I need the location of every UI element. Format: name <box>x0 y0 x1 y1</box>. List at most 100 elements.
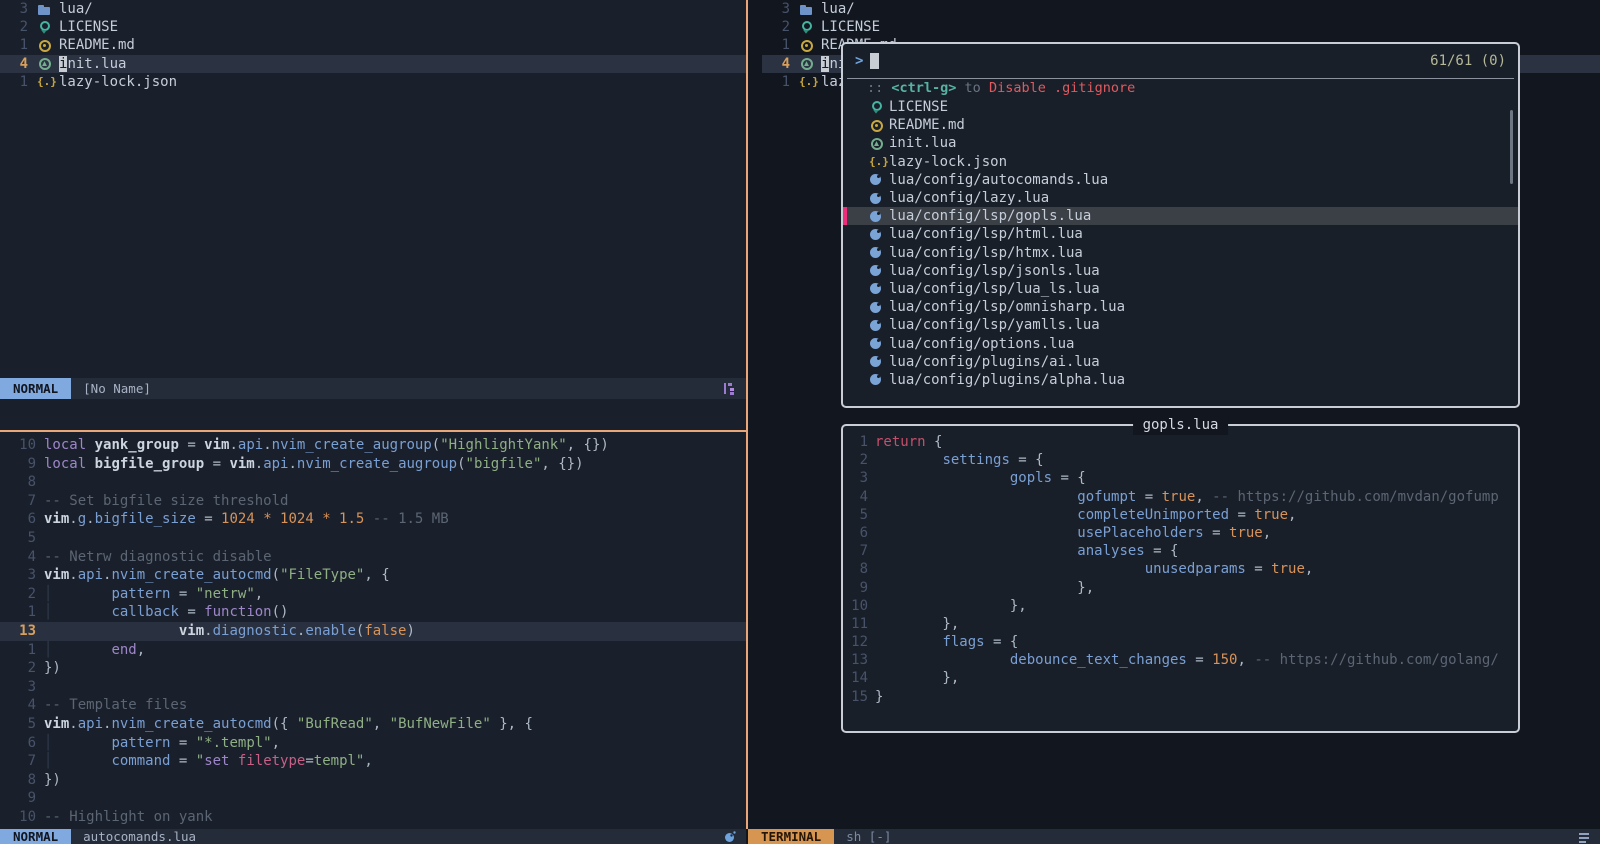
header-prefix: :: <box>867 80 891 96</box>
code-line: 2│ pattern = "netrw", <box>0 585 746 604</box>
result-item[interactable]: lua/config/lsp/yamlls.lua <box>843 316 1518 334</box>
result-item[interactable]: init.lua <box>843 134 1518 152</box>
code-line: 1│ callback = function() <box>0 603 746 622</box>
buffer-name: autocomands.lua <box>83 829 196 844</box>
lua-icon <box>869 354 884 369</box>
match-counter: 61/61 (0) <box>1430 53 1506 69</box>
result-item[interactable]: lua/config/plugins/ai.lua <box>843 353 1518 371</box>
buffer-name: [No Name] <box>83 381 151 396</box>
code-line: 2}) <box>0 659 746 678</box>
code-line: 12 flags = { <box>843 633 1518 651</box>
result-item[interactable]: lua/config/autocomands.lua <box>843 171 1518 189</box>
code-line: 10 }, <box>843 597 1518 615</box>
header-action: Disable .gitignore <box>989 80 1135 96</box>
lua-icon <box>869 172 884 187</box>
result-item[interactable]: lazy-lock.json <box>843 153 1518 171</box>
lua-icon <box>869 263 884 278</box>
code-line: 5vim.api.nvim_create_autocmd({ "BufRead"… <box>0 715 746 734</box>
readme-icon <box>869 118 884 133</box>
code-line: 5 <box>0 529 746 548</box>
code-line: 8 unusedparams = true, <box>843 560 1518 578</box>
lua-icon <box>724 831 736 843</box>
result-item[interactable]: lua/config/options.lua <box>843 334 1518 352</box>
picker-header: :: <ctrl-g> to Disable .gitignore <box>843 79 1518 98</box>
lua-icon <box>869 191 884 206</box>
result-item[interactable]: lua/config/lsp/html.lua <box>843 225 1518 243</box>
lua-icon <box>869 300 884 315</box>
result-item[interactable]: lua/config/lsp/gopls.lua <box>843 207 1518 225</box>
preview-popup: gopls.lua 1return {2 settings = {3 gopls… <box>841 424 1520 733</box>
picker-scrollbar[interactable] <box>1510 110 1513 184</box>
mode-badge: NORMAL <box>0 829 71 844</box>
file-row[interactable]: 1README.md <box>0 36 746 54</box>
code-line: 3vim.api.nvim_create_autocmd("FileType",… <box>0 566 746 585</box>
left-pane: 3lua/2LICENSE1README.md4init.lua1lazy-lo… <box>0 0 746 844</box>
license-icon <box>37 20 52 35</box>
window-separator-horizontal[interactable] <box>0 430 746 432</box>
code-editor-autocmds[interactable]: 10local yank_group = vim.api.nvim_create… <box>0 436 746 826</box>
result-item[interactable]: lua/config/plugins/alpha.lua <box>843 371 1518 389</box>
license-icon <box>869 100 884 115</box>
folder-icon <box>37 2 52 17</box>
lua-icon <box>869 281 884 296</box>
code-line: 10-- Highlight on yank <box>0 808 746 827</box>
lua-icon <box>869 209 884 224</box>
result-item[interactable]: lua/config/lsp/jsonls.lua <box>843 262 1518 280</box>
lua-icon <box>869 336 884 351</box>
file-explorer[interactable]: 3lua/2LICENSE1README.md4init.lua1lazy-lo… <box>0 0 746 91</box>
header-mid: to <box>956 80 989 96</box>
statusline-explorer: NORMAL [No Name] <box>0 378 746 399</box>
result-item[interactable]: LICENSE <box>843 98 1518 116</box>
file-row[interactable]: 1lazy-lock.json <box>0 73 746 91</box>
picker-prompt[interactable]: > 61/61 (0) <box>843 44 1518 78</box>
code-line: 11 }, <box>843 615 1518 633</box>
code-line: 6│ pattern = "*.templ", <box>0 734 746 753</box>
block-cursor: i <box>821 56 829 72</box>
terminal-name: sh [-] <box>846 829 891 844</box>
code-line: 4-- Template files <box>0 696 746 715</box>
luainit-icon <box>799 56 814 71</box>
code-line: 13 debounce_text_changes = 150, -- https… <box>843 651 1518 669</box>
code-line: 6vim.g.bigfile_size = 1024 * 1024 * 1.5 … <box>0 510 746 529</box>
prompt-caret: > <box>855 53 863 69</box>
code-line: 7 analyses = { <box>843 542 1518 560</box>
file-row[interactable]: 2LICENSE <box>762 18 1600 36</box>
lua-icon <box>869 227 884 242</box>
json-icon <box>869 154 884 169</box>
code-line: 1│ end, <box>0 641 746 660</box>
tree-icon <box>723 382 736 395</box>
code-line: 6 usePlaceholders = true, <box>843 524 1518 542</box>
statusline-terminal: TERMINAL sh [-] <box>748 829 1600 844</box>
file-row[interactable]: 3lua/ <box>762 0 1600 18</box>
header-keybind: <ctrl-g> <box>891 80 956 96</box>
result-item[interactable]: lua/config/lsp/lua_ls.lua <box>843 280 1518 298</box>
result-item[interactable]: lua/config/lsp/omnisharp.lua <box>843 298 1518 316</box>
luainit-icon <box>37 56 52 71</box>
preview-title: gopls.lua <box>1133 415 1229 435</box>
code-line: 13 vim.diagnostic.enable(false) <box>0 622 746 641</box>
lua-icon <box>869 245 884 260</box>
list-icon <box>1578 831 1590 843</box>
statusline-editor: NORMAL autocomands.lua <box>0 829 746 844</box>
code-line: 15} <box>843 688 1518 706</box>
code-line: 5 completeUnimported = true, <box>843 506 1518 524</box>
file-row[interactable]: 4init.lua <box>0 55 746 73</box>
lua-icon <box>869 372 884 387</box>
code-line: 9local bigfile_group = vim.api.nvim_crea… <box>0 455 746 474</box>
result-item[interactable]: lua/config/lsp/htmx.lua <box>843 244 1518 262</box>
text-cursor <box>870 53 879 69</box>
result-item[interactable]: lua/config/lazy.lua <box>843 189 1518 207</box>
code-line: 1return { <box>843 433 1518 451</box>
code-line: 8}) <box>0 771 746 790</box>
json-icon <box>37 74 52 89</box>
code-line: 4 gofumpt = true, -- https://github.com/… <box>843 488 1518 506</box>
code-line: 9 }, <box>843 579 1518 597</box>
file-row[interactable]: 3lua/ <box>0 0 746 18</box>
code-line: 4-- Netrw diagnostic disable <box>0 548 746 567</box>
code-line: 3 <box>0 678 746 697</box>
result-item[interactable]: README.md <box>843 116 1518 134</box>
code-line: 8 <box>0 473 746 492</box>
code-line: 14 }, <box>843 669 1518 687</box>
file-row[interactable]: 2LICENSE <box>0 18 746 36</box>
preview-code: 1return {2 settings = {3 gopls = {4 gofu… <box>843 426 1518 706</box>
